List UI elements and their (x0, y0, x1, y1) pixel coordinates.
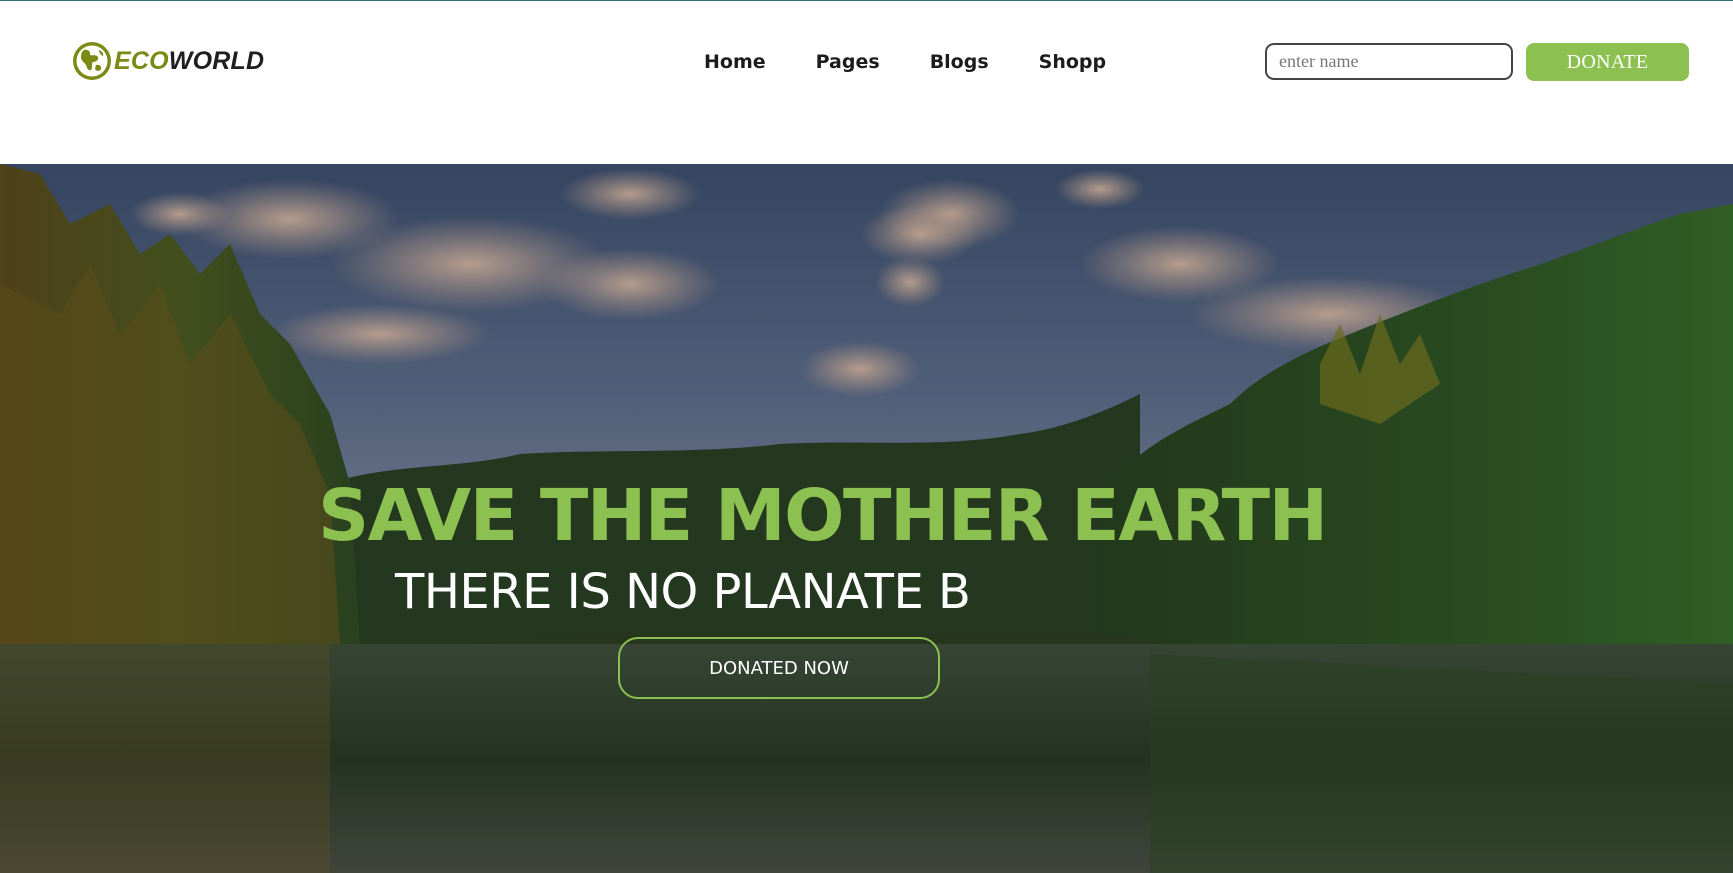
brand-name-world: WORLD (168, 46, 265, 75)
donated-now-button[interactable]: DONATED NOW (618, 637, 940, 699)
brand-logo[interactable]: ECOWORLD (72, 39, 264, 83)
globe-icon (73, 42, 111, 80)
nav-home[interactable]: Home (704, 48, 766, 76)
brand-name-eco: ECO (114, 46, 169, 75)
nav-blogs[interactable]: Blogs (930, 48, 989, 76)
nav-pages[interactable]: Pages (816, 48, 880, 76)
donate-button[interactable]: DONATE (1526, 43, 1689, 81)
hero-title: SAVE THE MOTHER EARTH (318, 474, 1328, 557)
main-nav: Home Pages Blogs Shopp (704, 48, 1106, 76)
hero-subtitle: THERE IS NO PLANATE B (395, 564, 971, 620)
navbar: ECOWORLD Home Pages Blogs Shopp DONATE (0, 1, 1733, 164)
nav-shopp[interactable]: Shopp (1039, 48, 1106, 76)
brand-name: ECOWORLD (114, 47, 264, 76)
hero-section: SAVE THE MOTHER EARTH THERE IS NO PLANAT… (0, 164, 1733, 873)
name-input[interactable] (1265, 43, 1513, 80)
